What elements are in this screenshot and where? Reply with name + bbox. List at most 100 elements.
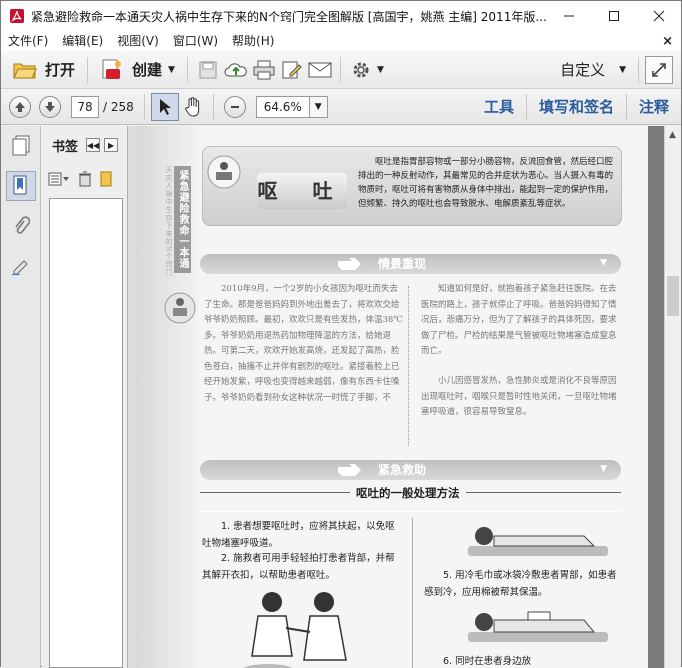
navigation-toolbar: 78 / 258 64.6% ▼ 工具 填写和签名 注释: [1, 89, 681, 125]
illustration-lying-patient-1: [468, 527, 608, 556]
chapter-title: 呕 吐: [257, 173, 347, 209]
minimize-button[interactable]: [546, 1, 591, 31]
create-button[interactable]: 创建 ▼: [94, 59, 181, 81]
menu-edit[interactable]: 编辑(E): [55, 31, 110, 51]
tools-link[interactable]: 工具: [474, 96, 524, 117]
story-right-column-2: 小儿因感冒发热，急性肺炎或是消化不良等原因出现呕吐时，咽喉只是暂时性地关闭，一旦…: [421, 376, 617, 417]
chevron-right-icon: ▶: [107, 140, 115, 150]
scroll-up-arrow-icon[interactable]: ▲: [669, 130, 676, 140]
customize-label: 自定义: [560, 61, 606, 79]
bookmarks-button[interactable]: [5, 171, 36, 201]
expand-panel-button[interactable]: ▶: [104, 138, 119, 152]
zoom-level-input[interactable]: 64.6%: [255, 95, 310, 118]
cursor-arrow-icon: [159, 98, 171, 115]
next-page-button[interactable]: [39, 95, 61, 118]
open-button[interactable]: 打开: [7, 59, 81, 80]
pointing-hand-icon: [338, 258, 361, 270]
navigation-pane-strip: [1, 126, 41, 668]
page-number-input[interactable]: 78: [71, 95, 99, 118]
document-close-button[interactable]: ×: [662, 34, 673, 49]
create-pdf-icon: [102, 59, 122, 79]
customize-dropdown[interactable]: 自定义 ▼: [554, 59, 632, 80]
rescue-step-5: 5. 用冷毛巾或冰袋冷敷患者胃部，如患者感到冷，应用棉被帮其保温。: [424, 570, 617, 598]
expand-icon: [652, 62, 666, 77]
new-bookmark-icon[interactable]: [100, 171, 112, 187]
illustration-lying-patient-2: [468, 611, 608, 642]
app-window: 紧急避险救命一本通天灾人祸中生存下来的N个窍门完全图解版 [高国宇，姚燕 主编]…: [0, 0, 682, 668]
settings-dropdown-icon[interactable]: ▼: [377, 65, 384, 75]
menu-help[interactable]: 帮助(H): [225, 31, 281, 51]
maximize-icon: [608, 11, 619, 21]
triangle-down-icon: ▼: [600, 464, 607, 474]
toolbar-separator: [212, 93, 214, 120]
create-label: 创建: [132, 61, 163, 79]
menu-view[interactable]: 视图(V): [110, 31, 166, 51]
previous-page-button[interactable]: [9, 95, 31, 118]
page-side-subtitle: 天灾人祸中生存下来的N个窍门: [165, 166, 173, 277]
page-thumbnails-icon: [12, 135, 29, 156]
toolbar-separator: [87, 56, 89, 83]
create-dropdown-icon: ▼: [168, 64, 175, 75]
page-total: / 258: [103, 99, 134, 114]
attachments-button[interactable]: [6, 211, 36, 241]
menu-bar: 文件(F) 编辑(E) 视图(V) 窗口(W) 帮助(H) ×: [1, 31, 681, 51]
section-title-scenario: 情景重现: [378, 257, 427, 271]
maximize-button[interactable]: [591, 1, 636, 31]
arrow-up-icon: [15, 101, 25, 112]
minus-icon: [230, 105, 239, 108]
upload-cloud-button[interactable]: [222, 56, 250, 84]
column-divider: [412, 518, 413, 668]
pointing-hand-icon: [338, 464, 361, 476]
hand-tool-button[interactable]: [179, 93, 207, 121]
right-panel-links: 工具 填写和签名 注释: [474, 93, 681, 120]
title-bar: 紧急避险救命一本通天灾人祸中生存下来的N个窍门完全图解版 [高国宇，姚燕 主编]…: [1, 1, 681, 31]
bookmarks-panel: 书签 ◀◀ ▶: [42, 126, 128, 668]
zoom-out-button[interactable]: [223, 95, 246, 118]
toolbar-separator: [339, 56, 341, 83]
panel-splitter[interactable]: [128, 126, 136, 668]
page-thumbnails-button[interactable]: [6, 131, 36, 161]
window-title: 紧急避险救命一本通天灾人祸中生存下来的N个窍门完全图解版 [高国宇，姚燕 主编]…: [31, 9, 546, 24]
minimize-icon: [563, 15, 574, 17]
email-button[interactable]: [306, 56, 334, 84]
bookmark-icon: [13, 175, 26, 195]
settings-button[interactable]: [347, 56, 375, 84]
toolbar-separator: [186, 56, 188, 83]
zoom-dropdown-button[interactable]: ▼: [309, 95, 328, 118]
select-tool-button[interactable]: [150, 92, 179, 121]
bookmarks-toolbar: [42, 164, 127, 194]
expand-button[interactable]: [645, 55, 673, 84]
trash-icon[interactable]: [78, 171, 92, 187]
menu-file[interactable]: 文件(F): [1, 31, 55, 51]
section-banner-scenario: 情景重现 ▼: [200, 254, 621, 274]
toolbar-separator: [143, 93, 145, 120]
collapse-panel-button[interactable]: ◀◀: [86, 138, 101, 152]
print-button[interactable]: [250, 56, 278, 84]
close-button[interactable]: [636, 1, 681, 31]
signatures-button[interactable]: [6, 251, 36, 281]
toolbar-separator: [625, 93, 627, 120]
bookmarks-list[interactable]: [49, 198, 123, 668]
bookmark-options-icon[interactable]: [48, 172, 70, 186]
menu-window[interactable]: 窗口(W): [166, 31, 225, 51]
hand-icon: [184, 96, 199, 117]
bookmarks-title: 书签: [52, 139, 79, 155]
fill-and-sign-link[interactable]: 填写和签名: [529, 96, 624, 117]
save-button[interactable]: [194, 56, 222, 84]
story-right-column: 知道如何是好，就抱着孩子紧急赶往医院。在去医院的路上，孩子就停止了呼吸。爸爸妈妈…: [421, 284, 617, 356]
column-divider: [408, 286, 409, 446]
toolbar-separator: [638, 56, 639, 83]
triangle-down-icon: ▼: [600, 258, 607, 268]
signature-pen-icon: [11, 260, 28, 276]
document-view[interactable]: 紧急避险救命一本通 天灾人祸中生存下来的N个窍门 呕 吐 呕吐是指胃部容物或一部…: [136, 126, 664, 668]
rescue-step-2: 2. 施救者可用手轻轻拍打患者背部，并帮其解开衣扣，以帮助患者呕吐。: [202, 553, 395, 581]
edit-document-button[interactable]: [278, 56, 306, 84]
comment-link[interactable]: 注释: [629, 96, 681, 117]
rescue-step-6: 6. 同时在患者身边放: [443, 656, 532, 667]
story-left-column: 2010年9月，一个2岁的小女孩因为呕吐而失去了生命。那是爸爸妈妈到外地出差去了…: [204, 284, 403, 403]
double-chevron-left-icon: ◀◀: [86, 140, 100, 150]
open-label: 打开: [45, 61, 76, 79]
vertical-scrollbar[interactable]: ▲: [664, 126, 681, 668]
toolbar-separator: [525, 93, 527, 120]
scrollbar-thumb[interactable]: [667, 276, 679, 316]
